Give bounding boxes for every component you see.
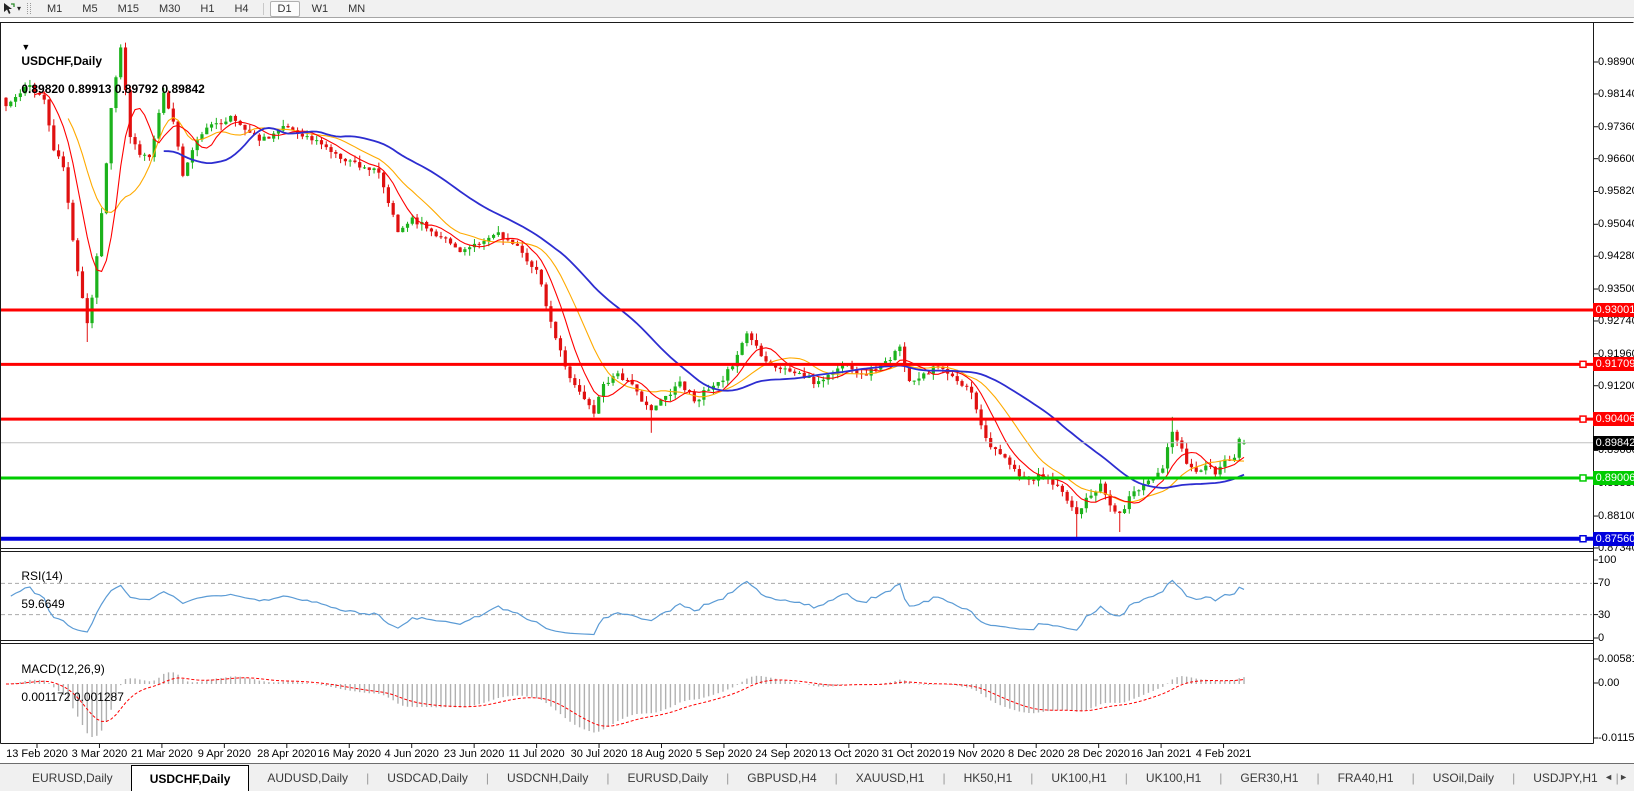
chart-canvas[interactable] (0, 0, 1634, 763)
macd-signal-line (5, 677, 1245, 727)
price-tick-0.97360: 0.97360 (1598, 120, 1634, 133)
price-tick-0.93500: 0.93500 (1598, 283, 1634, 296)
rsi-tick-70: 70 (1598, 577, 1611, 590)
chart-tab-uk100-h1[interactable]: UK100,H1 (1033, 764, 1124, 791)
chart-tab-usdcad-daily[interactable]: USDCAD,Daily (369, 764, 486, 791)
line-handle-0.90406[interactable] (1579, 415, 1587, 423)
tab-scroll-arrows: ◄ ► (1601, 763, 1631, 791)
chart-tab-gbpusd-h4[interactable]: GBPUSD,H4 (729, 764, 834, 791)
trading-platform-window: ▾ M1 M5 M15 M30 H1 H4 D1 W1 MN ▼ USDCHF,Daily 0.… (0, 0, 1634, 791)
chart-tab-fra40-h1[interactable]: FRA40,H1 (1320, 764, 1412, 791)
chart-tab-usdchf-daily[interactable]: USDCHF,Daily (130, 765, 250, 791)
ma-slow-line (163, 127, 1245, 489)
chart-tab-eurusd-daily[interactable]: EURUSD,Daily (14, 764, 131, 791)
line-handle-0.91709[interactable] (1579, 360, 1587, 369)
chart-menu-icon[interactable]: ▼ (21, 42, 30, 52)
rsi-value: 59.6649 (21, 597, 65, 611)
candles-layer (4, 42, 1246, 538)
tab-scroll-right-icon[interactable]: ► (1616, 772, 1631, 782)
rsi-indicator-label: RSI(14) 59.6649 (8, 555, 65, 625)
chart-title: ▼ USDCHF,Daily 0.89820 0.89913 0.89792 0… (8, 26, 205, 110)
macd-tick-0.00: 0.00 (1598, 677, 1620, 689)
current-price-label: 0.89842 (1593, 435, 1634, 450)
line-handle-0.89006[interactable] (1579, 474, 1587, 482)
chart-ohlc-values: 0.89820 0.89913 0.89792 0.89842 (21, 82, 205, 96)
chart-tab-xauusd-h1[interactable]: XAUUSD,H1 (838, 764, 943, 791)
price-label-0.87560: 0.87560 (1593, 531, 1634, 546)
price-tick-0.88100: 0.88100 (1598, 510, 1634, 523)
date-tick-4-feb-2021: 4 Feb 2021 (1195, 748, 1252, 760)
price-tick-0.91200: 0.91200 (1598, 379, 1634, 392)
chart-tab-eurusd-daily[interactable]: EURUSD,Daily (609, 764, 726, 791)
chart-tab-uk100-h1[interactable]: UK100,H1 (1128, 764, 1219, 791)
rsi-line (10, 579, 1245, 636)
ma-fast-line (34, 92, 1245, 504)
macd-tick-0.005818: 0.005818 (1598, 653, 1634, 665)
price-label-0.91709: 0.91709 (1593, 357, 1634, 372)
macd-tick--0.01151: -0.01151 (1598, 732, 1634, 744)
rsi-layer (1, 579, 1592, 636)
moving-averages-layer (34, 92, 1245, 504)
chart-tab-bar: EURUSD,Daily USDCHF,Daily AUDUSD,Daily | USD… (0, 763, 1634, 791)
price-label-0.89006: 0.89006 (1593, 470, 1634, 485)
rsi-tick-100: 100 (1598, 554, 1617, 566)
price-label-0.90406: 0.90406 (1593, 412, 1634, 427)
rsi-tick-0: 0 (1598, 632, 1605, 644)
chart-tab-usoil-daily[interactable]: USOil,Daily (1415, 764, 1512, 791)
chart-tab-usdcnh-daily[interactable]: USDCNH,Daily (489, 764, 606, 791)
price-tick-0.94280: 0.94280 (1598, 250, 1634, 263)
price-label-0.93001: 0.93001 (1593, 303, 1634, 317)
tab-scroll-left-icon[interactable]: ◄ (1601, 772, 1616, 782)
chart-tab-ger30-h1[interactable]: GER30,H1 (1222, 764, 1316, 791)
price-tick-0.98900: 0.98900 (1598, 56, 1634, 68)
chart-tab-hk50-h1[interactable]: HK50,H1 (946, 764, 1031, 791)
macd-layer (5, 672, 1245, 737)
price-tick-0.96600: 0.96600 (1598, 152, 1634, 165)
macd-name: MACD(12,26,9) (21, 662, 105, 676)
price-tick-0.98140: 0.98140 (1598, 87, 1634, 100)
line-handle-0.87560[interactable] (1579, 535, 1587, 543)
chart-tab-audusd-daily[interactable]: AUDUSD,Daily (249, 764, 366, 791)
price-tick-0.95040: 0.95040 (1598, 218, 1634, 231)
macd-indicator-label: MACD(12,26,9) 0.001172 0.001287 (8, 648, 124, 718)
price-tick-0.95820: 0.95820 (1598, 185, 1634, 198)
rsi-tick-30: 30 (1598, 608, 1611, 621)
chart-symbol-timeframe: USDCHF,Daily (21, 54, 103, 68)
macd-values: 0.001172 0.001287 (21, 690, 124, 704)
rsi-name: RSI(14) (21, 569, 63, 583)
